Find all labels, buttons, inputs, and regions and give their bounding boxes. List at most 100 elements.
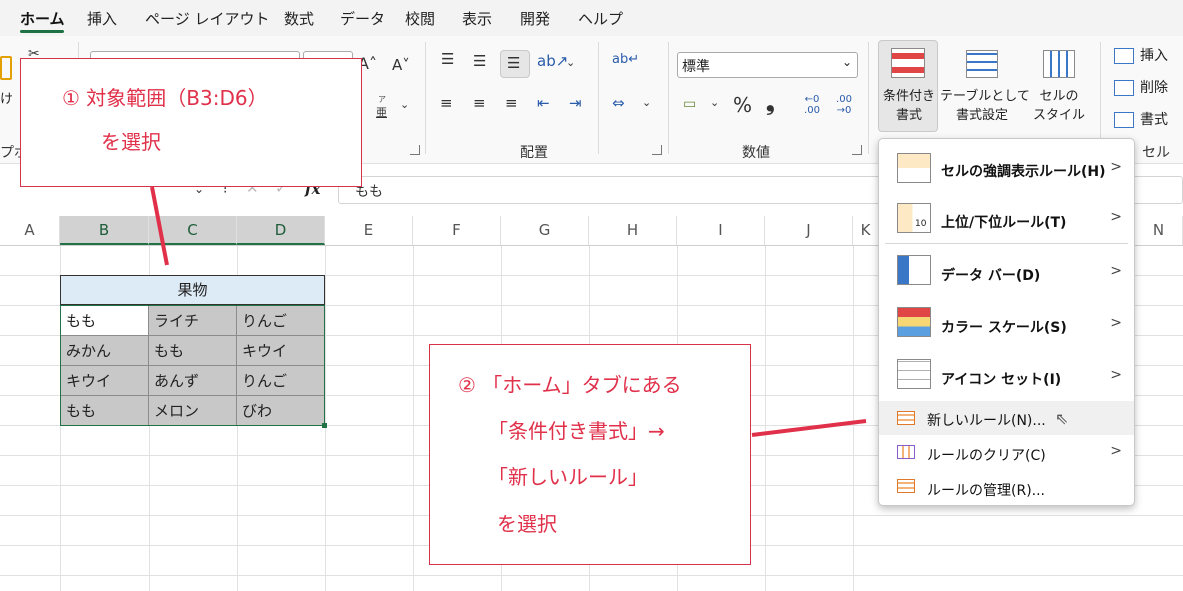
menu-item-data-bars[interactable]: データ バー(D) > <box>879 247 1134 297</box>
menu-item-new-rule[interactable]: 新しいルール(N)... ⇖ <box>879 401 1134 435</box>
orientation-icon[interactable]: ab↗ <box>537 52 568 70</box>
comma-style-icon[interactable]: ❟ <box>766 91 775 116</box>
insert-cells-button[interactable]: 挿入 <box>1140 47 1168 65</box>
tab-view[interactable]: 表示 <box>462 8 492 29</box>
chevron-down-icon[interactable]: ⌄ <box>566 56 575 69</box>
merge-center-icon[interactable]: ⇔ <box>612 94 625 112</box>
align-right-icon[interactable]: ≡ <box>505 94 518 112</box>
column-header-h[interactable]: H <box>589 216 677 245</box>
table-cell[interactable]: りんご <box>237 306 324 336</box>
font-dialog-launcher-icon[interactable] <box>410 145 420 155</box>
wrap-text-icon[interactable]: ab↵ <box>612 52 639 67</box>
conditional-formatting-label-1: 条件付き <box>882 89 935 104</box>
column-header-e[interactable]: E <box>325 216 413 245</box>
menu-item-highlight-rules[interactable]: セルの強調表示ルール(H) > <box>879 145 1134 193</box>
table-cell[interactable]: もも <box>61 306 149 336</box>
align-center-icon[interactable]: ≡ <box>473 94 486 112</box>
currency-icon[interactable]: ▭ <box>683 96 696 112</box>
format-cells-icon[interactable] <box>1114 112 1134 128</box>
table-cell[interactable]: メロン <box>149 396 237 425</box>
increase-indent-icon[interactable]: ⇥ <box>569 94 582 112</box>
active-tab-indicator <box>20 30 64 33</box>
column-header-k[interactable]: K <box>853 216 879 245</box>
paste-icon[interactable] <box>0 56 12 80</box>
menu-item-label: 上位/下位ルール(T) <box>941 215 1067 231</box>
cell-styles-label-2[interactable]: スタイル <box>1026 107 1092 125</box>
percent-style-icon[interactable]: % <box>733 93 752 117</box>
callout-1-line-2: を選択 <box>101 130 161 154</box>
table-cell[interactable]: りんご <box>237 366 324 396</box>
number-dialog-launcher-icon[interactable] <box>852 145 862 155</box>
insert-cells-icon[interactable] <box>1114 48 1134 64</box>
mouse-cursor-icon: ⇖ <box>1055 409 1069 428</box>
tab-review[interactable]: 校閲 <box>405 8 435 29</box>
delete-cells-icon[interactable] <box>1114 80 1134 96</box>
data-bars-icon <box>897 255 931 285</box>
column-header-d[interactable]: D <box>237 216 325 245</box>
column-header-a[interactable]: A <box>0 216 60 245</box>
column-header-j[interactable]: J <box>765 216 853 245</box>
column-header-n[interactable]: N <box>1135 216 1183 245</box>
menu-item-color-scales[interactable]: カラー スケール(S) > <box>879 299 1134 349</box>
number-format-select[interactable]: 標準 ⌄ <box>677 52 858 78</box>
align-top-icon[interactable]: ☰ <box>441 50 454 68</box>
table-cell[interactable]: びわ <box>237 396 324 425</box>
table-cell[interactable]: あんず <box>149 366 237 396</box>
column-header-i[interactable]: I <box>677 216 765 245</box>
table-cell[interactable]: キウイ <box>237 336 324 366</box>
ribbon-tab-bar: ホーム 挿入 ページ レイアウト 数式 データ 校閲 表示 開発 ヘルプ <box>0 0 1183 36</box>
furigana-icon[interactable]: 亜 <box>376 104 387 120</box>
callout-1-line-1: ① 対象範囲（B3:D6） <box>62 86 268 110</box>
align-left-icon[interactable]: ≡ <box>440 94 453 112</box>
align-bottom-icon[interactable]: ☰ <box>507 54 520 72</box>
chevron-down-icon[interactable]: ⌄ <box>710 96 719 109</box>
menu-item-manage-rules[interactable]: ルールの管理(R)... <box>879 473 1134 505</box>
column-header-f[interactable]: F <box>413 216 501 245</box>
chevron-down-icon[interactable]: ⌄ <box>642 96 651 109</box>
table-cell[interactable]: みかん <box>61 336 149 366</box>
tab-home[interactable]: ホーム <box>20 8 65 29</box>
menu-item-top-bottom-rules[interactable]: 10 上位/下位ルール(T) > <box>879 195 1134 243</box>
tab-formulas[interactable]: 数式 <box>284 8 314 29</box>
menu-item-icon-sets[interactable]: アイコン セット(I) > <box>879 351 1134 401</box>
chevron-down-icon[interactable]: ⌄ <box>400 98 409 111</box>
menu-item-clear-rules[interactable]: ルールのクリア(C) > <box>879 437 1134 471</box>
paste-label: け <box>0 92 14 107</box>
chevron-right-icon: > <box>1110 263 1122 279</box>
decrease-decimal-icon[interactable]: .00 →0 <box>832 94 856 116</box>
number-group-label: 数値 <box>742 145 770 161</box>
menu-item-label: カラー スケール(S) <box>941 320 1067 336</box>
align-middle-icon[interactable]: ☰ <box>473 52 486 70</box>
tab-data[interactable]: データ <box>340 8 385 29</box>
format-as-table-icon[interactable] <box>966 50 998 78</box>
tab-insert[interactable]: 挿入 <box>87 8 117 29</box>
cell-styles-label-1[interactable]: セルの <box>1026 88 1092 106</box>
fill-handle[interactable] <box>322 423 327 428</box>
highlight-rules-icon <box>897 153 931 183</box>
table-cell[interactable]: もも <box>149 336 237 366</box>
column-header-g[interactable]: G <box>501 216 589 245</box>
tab-help[interactable]: ヘルプ <box>578 8 623 29</box>
chevron-right-icon: > <box>1110 315 1122 331</box>
chevron-right-icon: > <box>1110 443 1122 459</box>
table-header-cell[interactable]: 果物 <box>60 275 325 305</box>
chevron-down-icon: ⌄ <box>841 55 852 69</box>
format-as-table-label-1[interactable]: テーブルとして <box>940 88 1030 106</box>
increase-decimal-icon[interactable]: ←0 .00 <box>800 94 824 116</box>
delete-cells-button[interactable]: 削除 <box>1140 79 1168 97</box>
column-header-b[interactable]: B <box>60 216 149 245</box>
table-cell[interactable]: もも <box>61 396 149 425</box>
clear-rules-icon <box>897 445 915 459</box>
table-cell[interactable]: キウイ <box>61 366 149 396</box>
table-cell[interactable]: ライチ <box>149 306 237 336</box>
color-scales-icon <box>897 307 931 337</box>
tab-developer[interactable]: 開発 <box>520 8 550 29</box>
shrink-font-icon[interactable]: A˅ <box>392 56 410 74</box>
tab-page-layout[interactable]: ページ レイアウト <box>145 8 269 29</box>
decrease-indent-icon[interactable]: ⇤ <box>537 94 550 112</box>
alignment-dialog-launcher-icon[interactable] <box>652 145 662 155</box>
format-cells-button[interactable]: 書式 <box>1140 111 1168 129</box>
cell-styles-icon[interactable] <box>1043 50 1075 78</box>
format-as-table-label-2[interactable]: 書式設定 <box>940 107 1024 125</box>
chevron-right-icon: > <box>1110 159 1122 175</box>
